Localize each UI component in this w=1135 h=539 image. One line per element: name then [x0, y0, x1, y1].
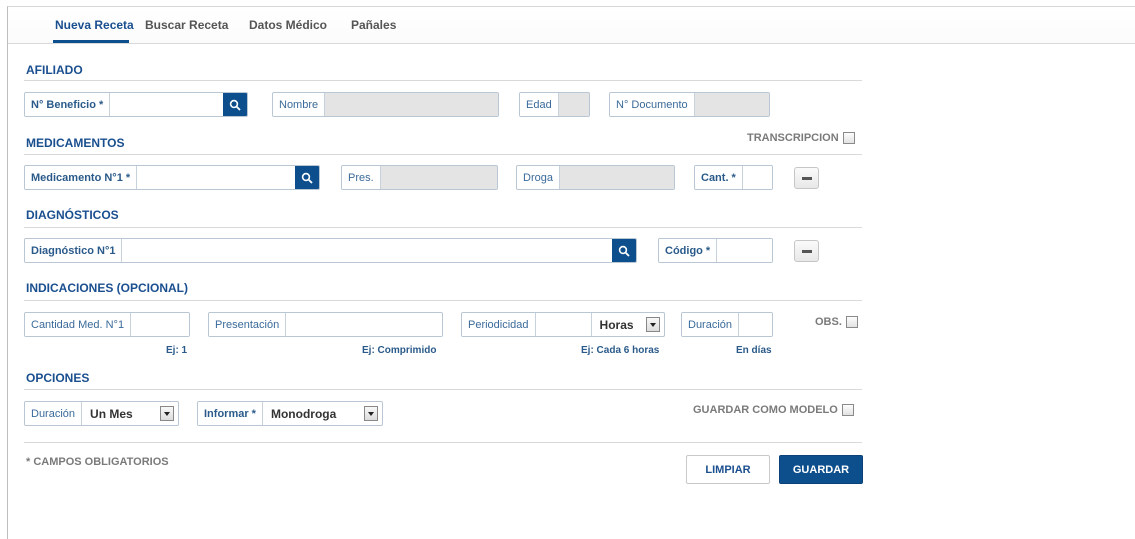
codigo-field: Código * — [658, 238, 773, 263]
cant-field: Cant. * — [694, 165, 773, 190]
pres-field: Pres. — [341, 165, 498, 190]
informar-value: Monodroga — [270, 406, 337, 421]
nombre-field: Nombre — [272, 92, 499, 117]
search-icon — [301, 172, 313, 184]
periodicidad-unit-select[interactable]: Horas — [592, 313, 664, 336]
documento-field: N° Documento — [609, 92, 770, 117]
guardar-modelo-checkbox[interactable] — [841, 404, 854, 416]
divider — [24, 80, 862, 81]
guardar-modelo-label: GUARDAR COMO MODELO — [693, 404, 838, 416]
diagnostico-field: Diagnóstico N°1 — [24, 238, 637, 263]
documento-input — [694, 93, 769, 116]
chevron-down-icon — [646, 317, 660, 332]
droga-input — [559, 166, 674, 189]
nombre-input — [325, 93, 498, 116]
obs-option: OBS. — [815, 316, 858, 328]
search-icon — [618, 245, 630, 257]
informar-label: Informar * — [198, 402, 263, 425]
beneficio-search-button[interactable] — [223, 93, 247, 116]
remove-diagnostico-button[interactable] — [794, 240, 819, 262]
duracion-hint: En días — [736, 345, 772, 356]
codigo-input[interactable] — [717, 239, 772, 262]
required-fields-note: * CAMPOS OBLIGATORIOS — [26, 456, 169, 468]
divider — [24, 300, 862, 301]
medicamento-field: Medicamento N°1 * — [24, 165, 320, 190]
presentacion-input[interactable] — [286, 313, 442, 336]
tab-buscar-receta[interactable]: Buscar Receta — [145, 18, 228, 32]
search-icon — [229, 99, 241, 111]
tab-nueva-receta[interactable]: Nueva Receta — [55, 18, 134, 32]
presentacion-label: Presentación — [209, 313, 287, 336]
divider — [24, 389, 862, 390]
edad-input — [558, 93, 589, 116]
nombre-label: Nombre — [273, 93, 326, 116]
section-title-indicaciones: INDICACIONES (OPCIONAL) — [26, 281, 188, 295]
cantidad-input[interactable] — [131, 313, 189, 336]
periodicidad-input[interactable] — [535, 313, 592, 336]
transcripcion-checkbox[interactable] — [842, 132, 855, 144]
beneficio-label: N° Beneficio * — [25, 93, 111, 116]
cantidad-field: Cantidad Med. N°1 — [24, 312, 190, 337]
minus-icon — [801, 176, 812, 180]
divider — [24, 227, 862, 228]
informar-select[interactable]: Monodroga — [263, 402, 382, 425]
beneficio-input[interactable] — [110, 93, 223, 116]
periodicidad-hint: Ej: Cada 6 horas — [581, 345, 660, 356]
periodicidad-unit-value: Horas — [599, 317, 634, 332]
section-title-diagnosticos: DIAGNÓSTICOS — [26, 208, 119, 222]
divider — [24, 442, 862, 443]
section-title-afiliado: AFILIADO — [26, 63, 83, 77]
remove-medicamento-button[interactable] — [794, 167, 819, 189]
opciones-duracion-select[interactable]: Un Mes — [82, 402, 178, 425]
medicamento-input[interactable] — [137, 166, 295, 189]
opciones-duracion-field: Duración Un Mes — [24, 401, 179, 426]
edad-label: Edad — [520, 93, 559, 116]
beneficio-field: N° Beneficio * — [24, 92, 248, 117]
section-title-medicamentos: MEDICAMENTOS — [26, 136, 125, 150]
chevron-down-icon — [364, 406, 378, 421]
minus-icon — [801, 249, 812, 253]
window-frame — [7, 6, 1135, 539]
duracion-label: Duración — [682, 313, 740, 336]
medicamento-label: Medicamento N°1 * — [25, 166, 138, 189]
edad-field: Edad — [519, 92, 590, 117]
divider — [24, 154, 862, 155]
droga-field: Droga — [516, 165, 675, 190]
chevron-down-icon — [160, 406, 174, 421]
duracion-field: Duración — [681, 312, 773, 337]
obs-checkbox[interactable] — [845, 316, 858, 328]
medicamento-search-button[interactable] — [295, 166, 319, 189]
cantidad-label: Cantidad Med. N°1 — [25, 313, 132, 336]
tab-datos-medico[interactable]: Datos Médico — [249, 18, 327, 32]
duracion-input[interactable] — [739, 313, 772, 336]
cantidad-hint: Ej: 1 — [166, 345, 188, 356]
pres-label: Pres. — [342, 166, 381, 189]
tab-panales[interactable]: Pañales — [351, 18, 396, 32]
informar-field: Informar * Monodroga — [197, 401, 383, 426]
cant-input[interactable] — [742, 166, 772, 189]
opciones-duracion-value: Un Mes — [90, 406, 133, 421]
section-title-opciones: OPCIONES — [26, 371, 90, 385]
periodicidad-label: Periodicidad — [462, 313, 536, 336]
guardar-modelo-option: GUARDAR COMO MODELO — [693, 404, 854, 416]
droga-label: Droga — [517, 166, 560, 189]
opciones-duracion-label: Duración — [25, 402, 83, 425]
diagnostico-search-button[interactable] — [612, 239, 636, 262]
documento-label: N° Documento — [610, 93, 695, 116]
clear-button[interactable]: LIMPIAR — [686, 455, 770, 484]
pres-input — [380, 166, 497, 189]
presentacion-hint: Ej: Comprimido — [362, 345, 437, 356]
transcripcion-option: TRANSCRIPCION — [747, 132, 855, 144]
active-tab-indicator — [53, 40, 129, 43]
transcripcion-label: TRANSCRIPCION — [747, 132, 839, 144]
diagnostico-label: Diagnóstico N°1 — [25, 239, 123, 262]
obs-label: OBS. — [815, 316, 842, 328]
tab-bar: Nueva Receta Buscar Receta Datos Médico … — [8, 7, 1135, 44]
cant-label: Cant. * — [695, 166, 743, 189]
diagnostico-input[interactable] — [122, 239, 612, 262]
periodicidad-field: Periodicidad Horas — [461, 312, 665, 337]
codigo-label: Código * — [659, 239, 718, 262]
presentacion-field: Presentación — [208, 312, 443, 337]
save-button[interactable]: GUARDAR — [779, 455, 863, 484]
